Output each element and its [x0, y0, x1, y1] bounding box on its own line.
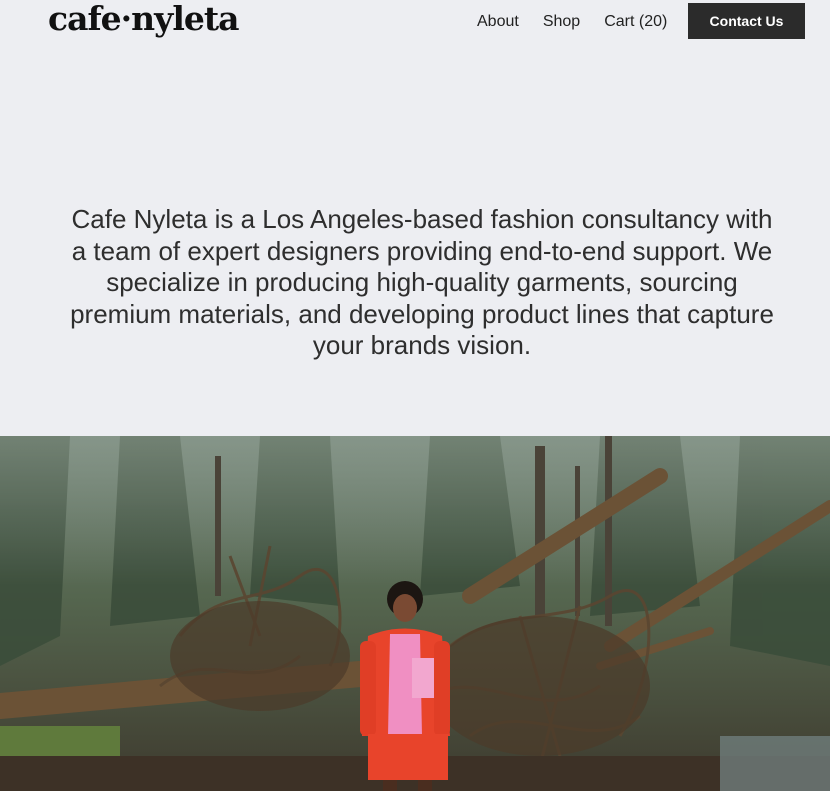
contact-us-button[interactable]: Contact Us — [688, 3, 805, 39]
nav-cart-link[interactable]: Cart (20) — [604, 12, 667, 32]
site-header: cafe·nyleta About Shop Cart (20) Contact… — [0, 0, 830, 44]
nav-about-link[interactable]: About — [477, 12, 519, 32]
nav-shop-link[interactable]: Shop — [543, 12, 580, 32]
forest-scene-illustration — [0, 436, 830, 791]
intro-text: Cafe Nyleta is a Los Angeles-based fashi… — [70, 204, 774, 360]
main-nav: About Shop Cart (20) — [477, 12, 691, 32]
brand-logo[interactable]: cafe·nyleta — [48, 0, 239, 38]
hero-image — [0, 436, 830, 791]
